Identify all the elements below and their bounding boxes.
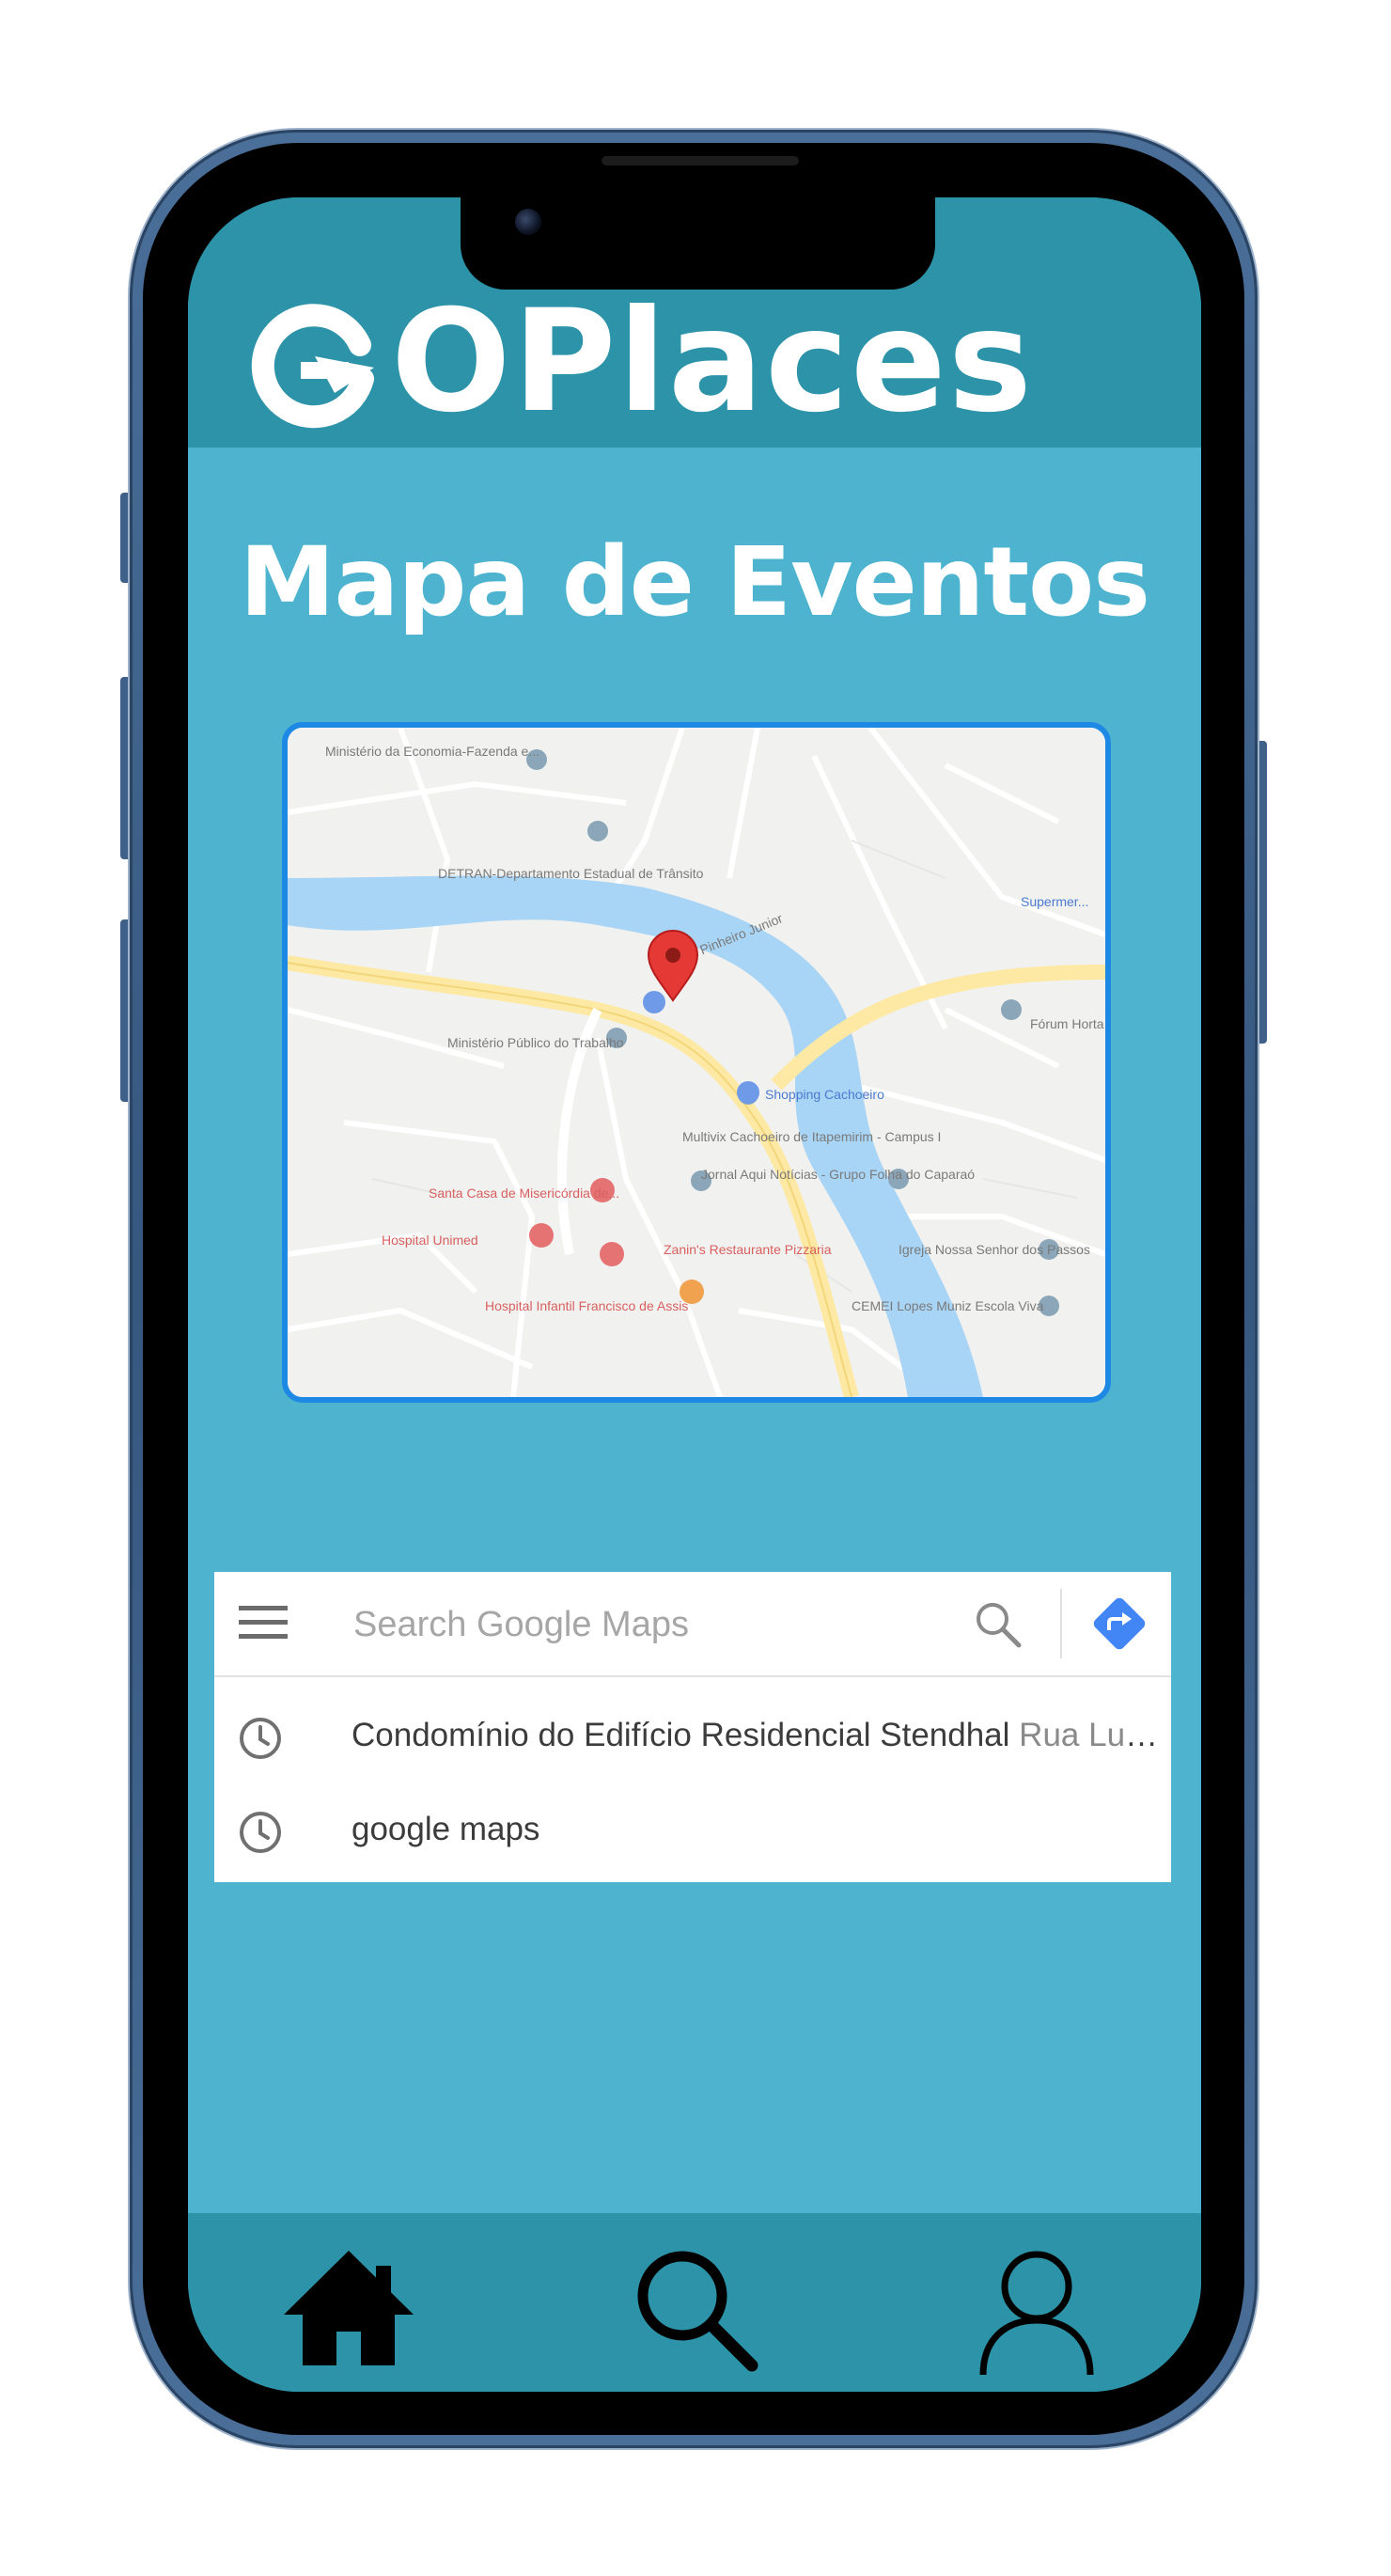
directions-diamond-icon[interactable] [1088,1593,1150,1655]
magnifier-icon[interactable] [972,1598,1024,1651]
search-divider [1060,1589,1062,1658]
logo-text: OPlaces [391,280,1035,444]
map-label: Multivix Cachoeiro de Itapemirim - Campu… [682,1129,941,1144]
search-icon [637,2251,758,2372]
map-label: CEMEI Lopes Muniz Escola Viva [852,1298,1044,1313]
clock-icon [240,1718,281,1759]
map-label: DETRAN-Departamento Estadual de Trânsito [438,866,704,881]
map-search-panel: Condomínio do Edifício Residencial Stend… [214,1572,1171,1882]
app-screen: OPlaces Mapa de Eventos Ministério da Ec… [188,197,1201,2392]
recent-search-main: Condomínio do Edifício Residencial Stend… [352,1717,1010,1753]
earpiece-speaker [602,156,799,165]
recent-search-item[interactable]: google maps [214,1788,1171,1873]
search-bar [214,1572,1171,1677]
recent-search-text: Condomínio do Edifício Residencial Stend… [352,1717,1160,1754]
nav-home-button[interactable] [278,2238,419,2379]
map-label: Igreja Nossa Senhor dos Passos [899,1242,1090,1257]
map-canvas: Ministério da Economia-Fazenda e... DETR… [288,728,1105,1397]
notch [461,184,935,290]
recent-search-item[interactable]: Condomínio do Edifício Residencial Stend… [214,1694,1171,1779]
map-label: Supermer... [1021,894,1088,909]
clock-icon [240,1812,281,1853]
events-map[interactable]: Ministério da Economia-Fazenda e... DETR… [282,722,1111,1403]
user-icon [979,2251,1094,2376]
search-input[interactable] [352,1593,957,1657]
map-label: Ministério Público do Trabalho [447,1035,624,1050]
map-label: Zanin's Restaurante Pizzaria [664,1242,832,1257]
app-logo[interactable]: OPlaces [244,282,1034,442]
nav-profile-button[interactable] [966,2238,1107,2379]
recent-search-address: Rua Luiz... [1019,1717,1160,1753]
recent-search-text: google maps [352,1811,1160,1848]
page-title: Mapa de Eventos [240,526,1150,638]
map-label: Fórum Horta Dr... [1030,1016,1105,1031]
map-label: Jornal Aqui Notícias - Grupo Folha do Ca… [701,1167,975,1182]
hamburger-menu-icon[interactable] [239,1604,288,1641]
map-label: Santa Casa de Misericórdia de... [429,1186,619,1201]
map-label: Hospital Unimed [382,1233,478,1248]
map-label: Shopping Cachoeiro [765,1087,884,1102]
device-mockup: OPlaces Mapa de Eventos Ministério da Ec… [0,0,1391,2576]
map-label: Hospital Infantil Francisco de Assis [485,1298,688,1313]
map-label: Ministério da Economia-Fazenda e... [325,744,539,759]
nav-search-button[interactable] [624,2238,765,2379]
home-icon [284,2251,414,2365]
recent-search-main: google maps [352,1811,540,1847]
front-camera [515,209,541,235]
circular-arrow-g-icon [251,304,374,429]
bottom-navigation [188,2213,1201,2392]
